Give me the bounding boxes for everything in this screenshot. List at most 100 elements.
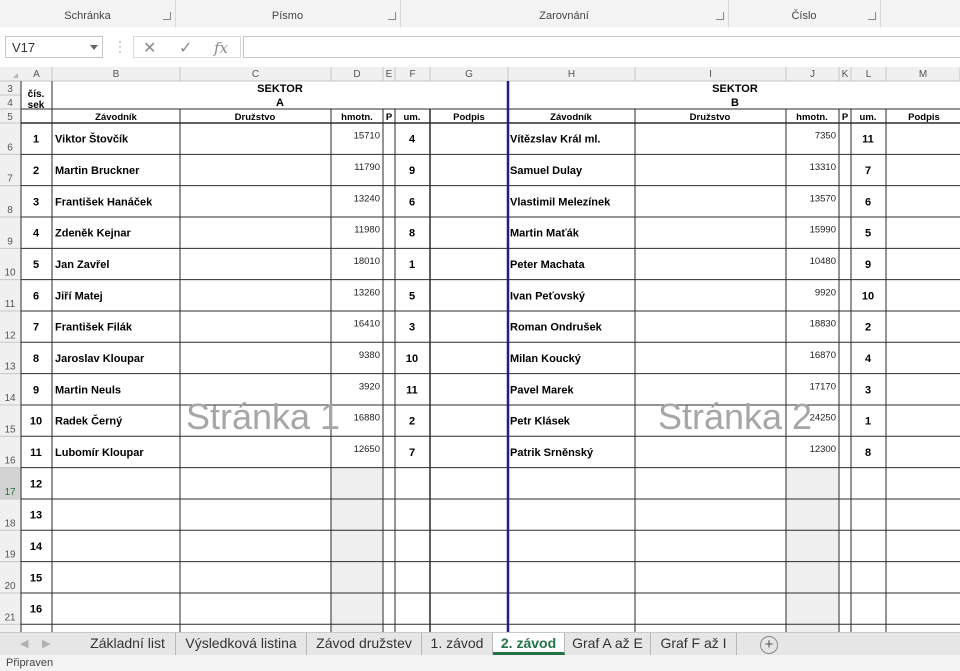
place-value[interactable]: 3 (865, 384, 871, 396)
dialog-launcher-icon[interactable] (163, 12, 171, 20)
row-header[interactable]: 10 (4, 268, 16, 279)
place-value[interactable]: 10 (406, 353, 418, 365)
weight-value[interactable]: 15710 (354, 131, 380, 142)
place-value[interactable]: 7 (409, 447, 415, 459)
row-header[interactable]: 8 (7, 205, 13, 216)
competitor-name[interactable]: Vítězslav Král ml. (510, 134, 601, 146)
place-value[interactable]: 4 (865, 353, 872, 365)
column-header[interactable]: A (33, 69, 40, 80)
competitor-name[interactable]: Roman Ondrušek (510, 322, 603, 334)
scroll-left-icon[interactable]: ◀ (20, 637, 28, 650)
place-value[interactable]: 2 (409, 416, 415, 428)
row-header[interactable]: 5 (7, 112, 13, 123)
competitor-name[interactable]: Jiří Matej (55, 290, 103, 302)
competitor-name[interactable]: Peter Machata (510, 259, 585, 271)
row-header[interactable]: 13 (4, 362, 16, 373)
weight-value[interactable]: 3920 (359, 381, 380, 392)
drag-handle-icon[interactable]: ⋮ (113, 38, 127, 55)
row-header[interactable]: 19 (4, 550, 16, 561)
row-header[interactable]: 3 (7, 84, 13, 95)
place-value[interactable]: 2 (865, 322, 871, 334)
weight-value[interactable]: 18830 (810, 319, 836, 330)
column-header[interactable]: H (568, 69, 575, 80)
column-header[interactable]: B (113, 69, 120, 80)
weight-value[interactable]: 24250 (810, 413, 836, 424)
weight-value[interactable]: 13310 (810, 162, 836, 173)
weight-value[interactable]: 10480 (810, 256, 836, 267)
competitor-name[interactable]: Zdeněk Kejnar (55, 228, 132, 240)
competitor-name[interactable]: Martin Neuls (55, 384, 121, 396)
place-value[interactable]: 11 (406, 384, 418, 396)
place-value[interactable]: 9 (865, 259, 871, 271)
competitor-name[interactable]: Viktor Štovčík (55, 133, 129, 146)
competitor-name[interactable]: Samuel Dulay (510, 165, 583, 177)
weight-value[interactable]: 11790 (354, 162, 380, 173)
weight-value[interactable]: 7350 (815, 131, 836, 142)
competitor-name[interactable]: Pavel Marek (510, 384, 574, 396)
sheet-tab[interactable]: Výsledková listina (176, 633, 307, 655)
chevron-down-icon[interactable] (90, 45, 98, 50)
place-value[interactable]: 5 (409, 290, 415, 302)
column-header[interactable]: J (810, 69, 815, 80)
column-header[interactable]: I (709, 69, 712, 80)
column-header[interactable]: M (919, 69, 927, 80)
weight-value[interactable]: 17170 (810, 381, 836, 392)
column-header[interactable]: L (866, 69, 872, 80)
sheet-tab[interactable]: Závod družstev (307, 633, 422, 655)
weight-value[interactable]: 9920 (815, 287, 836, 298)
column-header[interactable]: K (842, 69, 849, 80)
place-value[interactable]: 1 (409, 259, 415, 271)
weight-value[interactable]: 16870 (810, 350, 836, 361)
sheet-tab[interactable]: Základní list (80, 633, 176, 655)
place-value[interactable]: 6 (865, 196, 871, 208)
competitor-name[interactable]: Martin Bruckner (55, 165, 140, 177)
dialog-launcher-icon[interactable] (868, 12, 876, 20)
weight-value[interactable]: 15990 (810, 225, 836, 236)
weight-value[interactable]: 16410 (354, 319, 380, 330)
dialog-launcher-icon[interactable] (388, 12, 396, 20)
place-value[interactable]: 9 (409, 165, 415, 177)
row-header[interactable]: 18 (4, 518, 16, 529)
weight-value[interactable]: 11980 (354, 225, 380, 236)
column-header[interactable]: G (465, 69, 473, 80)
place-value[interactable]: 1 (865, 416, 871, 428)
weight-value[interactable]: 13240 (354, 193, 380, 204)
sheet-tab[interactable]: 2. závod (493, 633, 565, 655)
sheet-tab[interactable]: Graf A až E (565, 633, 651, 655)
spreadsheet-grid[interactable]: A B C D E F G H I J K L M345678910111213141516171819… (0, 67, 960, 632)
row-header[interactable]: 7 (7, 174, 13, 185)
competitor-name[interactable]: Milan Koucký (510, 353, 582, 365)
place-value[interactable]: 11 (862, 134, 874, 146)
row-header[interactable]: 9 (7, 236, 13, 247)
weight-value[interactable]: 9380 (359, 350, 380, 361)
row-header[interactable]: 20 (4, 581, 16, 592)
scroll-right-icon[interactable]: ▶ (42, 637, 50, 650)
weight-value[interactable]: 18010 (354, 256, 380, 267)
competitor-name[interactable]: František Filák (55, 322, 133, 334)
cancel-icon[interactable]: ✕ (143, 38, 156, 58)
dialog-launcher-icon[interactable] (716, 12, 724, 20)
place-value[interactable]: 10 (862, 290, 874, 302)
row-header[interactable]: 15 (4, 424, 16, 435)
competitor-name[interactable]: Jaroslav Kloupar (55, 353, 145, 365)
row-header[interactable]: 11 (5, 299, 16, 310)
competitor-name[interactable]: Lubomír Kloupar (55, 447, 144, 459)
place-value[interactable]: 4 (409, 134, 416, 146)
competitor-name[interactable]: František Hanáček (55, 196, 153, 208)
row-header[interactable]: 14 (4, 393, 16, 404)
place-value[interactable]: 8 (409, 228, 415, 240)
competitor-name[interactable]: Jan Zavřel (55, 259, 109, 271)
sheet-tab[interactable]: Graf F až I (651, 633, 737, 655)
place-value[interactable]: 5 (865, 228, 871, 240)
weight-value[interactable]: 13570 (810, 193, 836, 204)
place-value[interactable]: 8 (865, 447, 871, 459)
competitor-name[interactable]: Martin Maťák (510, 228, 580, 240)
weight-value[interactable]: 12650 (354, 444, 380, 455)
weight-value[interactable]: 12300 (810, 444, 836, 455)
row-header[interactable]: 6 (7, 142, 13, 153)
column-header[interactable]: C (252, 69, 259, 80)
place-value[interactable]: 3 (409, 322, 415, 334)
row-header[interactable]: 12 (4, 330, 16, 341)
row-header[interactable]: 16 (4, 456, 16, 467)
sheet-tab[interactable]: 1. závod (422, 633, 493, 655)
